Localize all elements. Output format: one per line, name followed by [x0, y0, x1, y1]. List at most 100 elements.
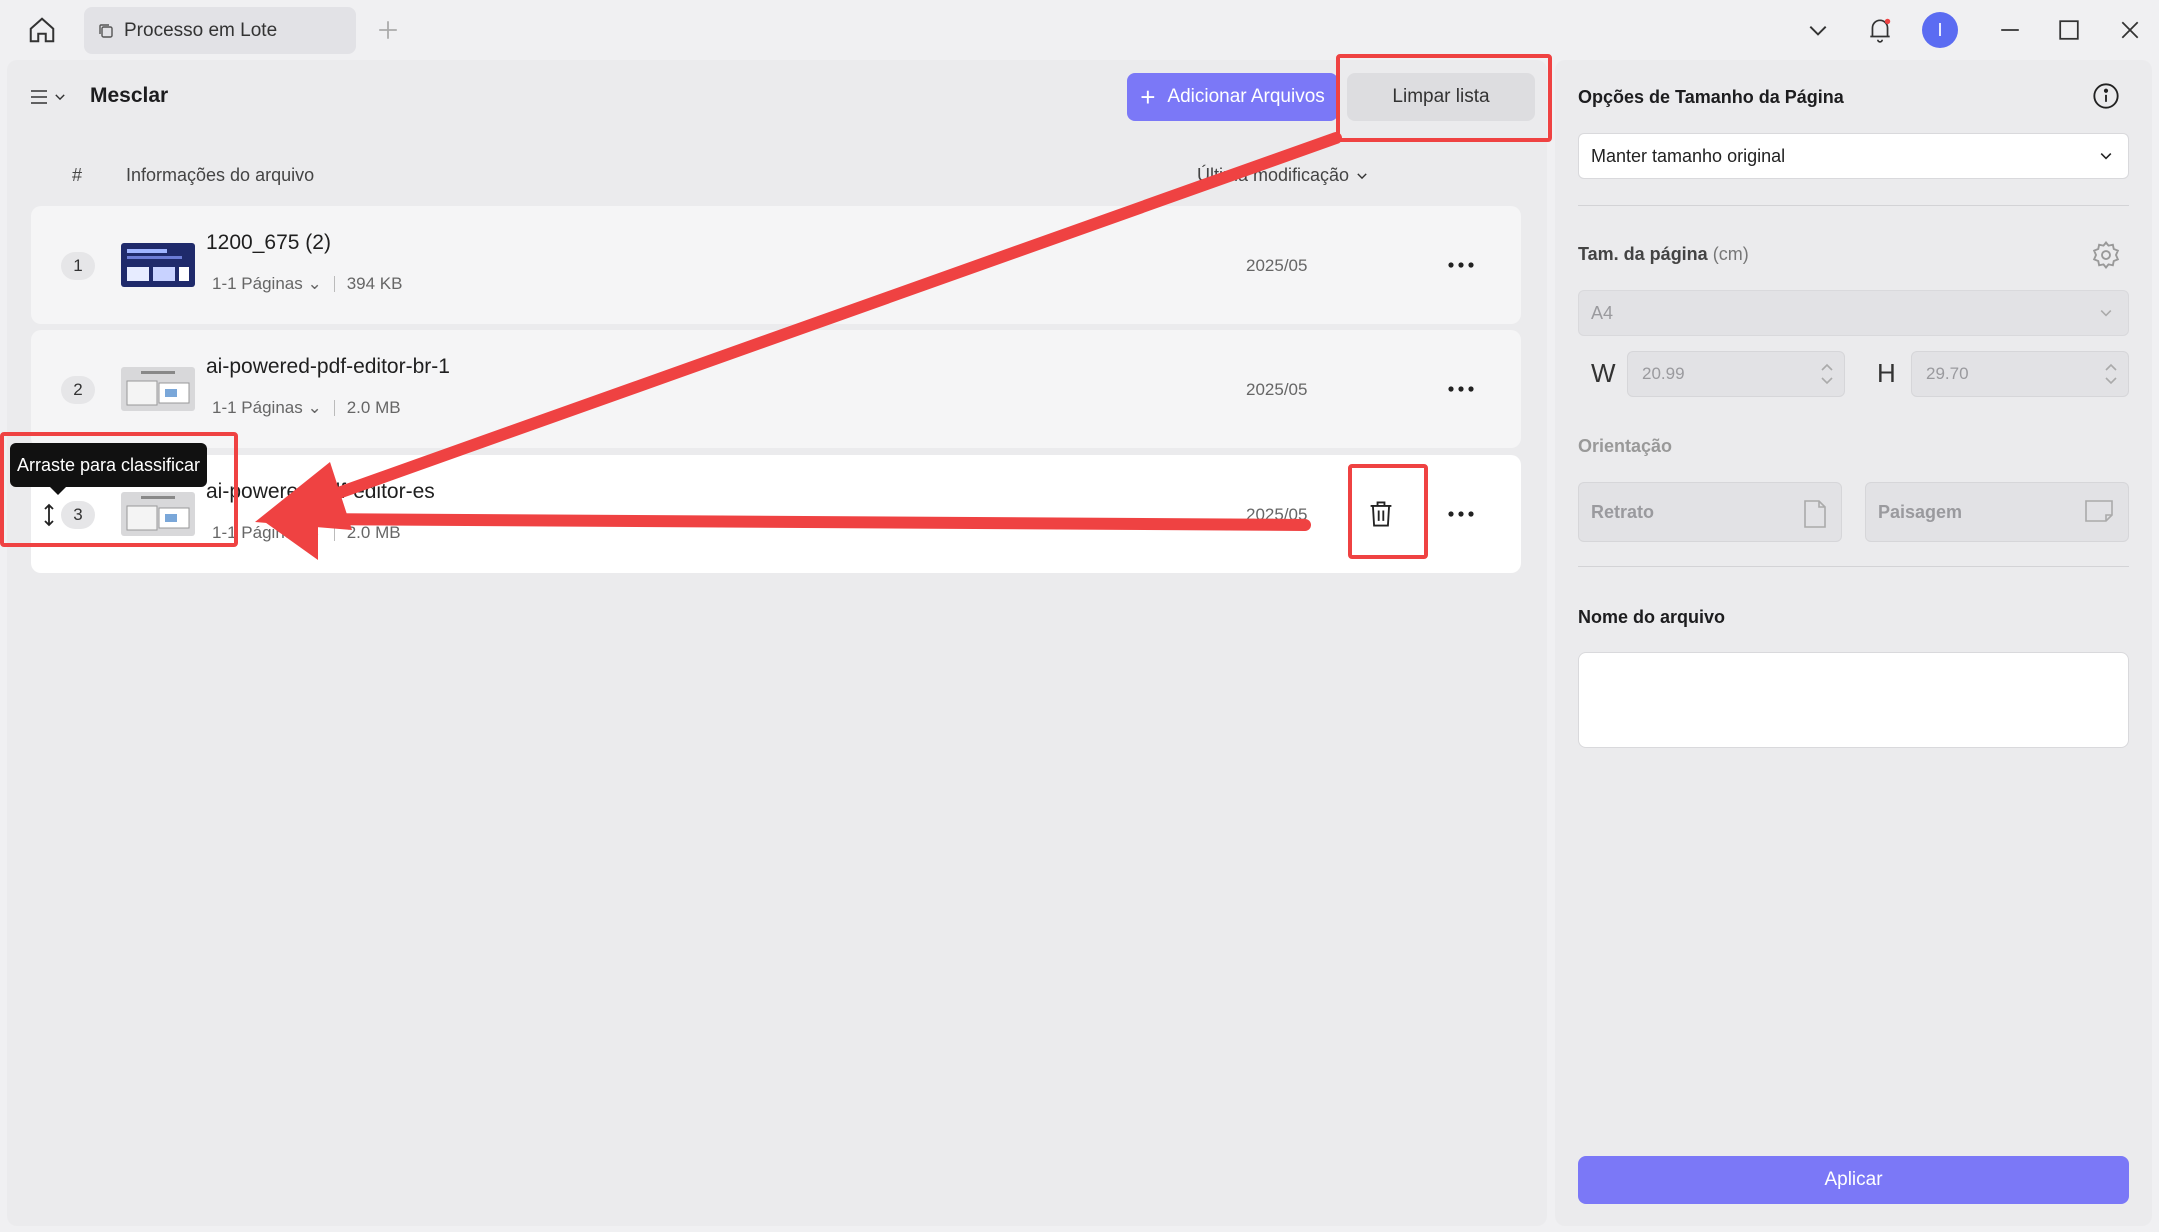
- portrait-icon: [1804, 500, 1826, 528]
- annotation-box-clear-list: [1336, 54, 1552, 142]
- add-files-button[interactable]: + Adicionar Arquivos: [1127, 73, 1338, 121]
- width-label: W: [1591, 358, 1616, 388]
- gear-icon[interactable]: [2091, 240, 2121, 270]
- size-option-value: Manter tamanho original: [1591, 145, 1786, 166]
- page-range: 1-1 Páginas: [212, 274, 303, 293]
- page-size-label: Tam. da página (cm): [1578, 244, 1749, 265]
- title-bar: Processo em Lote I: [0, 0, 2159, 60]
- file-date: 2025/05: [1246, 505, 1308, 524]
- maximize-button[interactable]: [2051, 12, 2087, 48]
- chevron-down-icon: [1809, 25, 1827, 36]
- row-number: 2: [61, 376, 95, 404]
- page-size-label-text: Tam. da página: [1578, 244, 1708, 264]
- page-size-options-panel: Opções de Tamanho da Página Manter taman…: [1555, 60, 2152, 1226]
- column-file-info: Informações do arquivo: [126, 165, 315, 185]
- close-button[interactable]: [2112, 12, 2148, 48]
- avatar[interactable]: I: [1922, 12, 1958, 48]
- divider: [333, 400, 335, 416]
- stepper-icon: [2105, 363, 2117, 385]
- landscape-label: Paisagem: [1878, 501, 1963, 522]
- landscape-button[interactable]: Paisagem: [1865, 482, 2129, 542]
- chevron-down-icon: [1357, 172, 1367, 179]
- size-option-select[interactable]: Manter tamanho original: [1578, 133, 2129, 179]
- copy-icon: [99, 23, 113, 38]
- filename-input[interactable]: [1578, 652, 2129, 748]
- tab-batch-process[interactable]: Processo em Lote: [84, 7, 356, 54]
- info-icon[interactable]: [2092, 82, 2120, 110]
- file-date: 2025/05: [1246, 256, 1308, 275]
- plus-icon: +: [1140, 82, 1156, 112]
- divider: [1578, 205, 2129, 206]
- menu-icon: [31, 90, 47, 104]
- paper-size-value: A4: [1591, 302, 1614, 323]
- height-input[interactable]: 29.70: [1911, 351, 2129, 397]
- divider: [333, 525, 335, 541]
- file-thumbnail: [121, 243, 195, 287]
- annotation-box-delete: [1348, 464, 1428, 559]
- more-options-button[interactable]: [1443, 497, 1479, 531]
- file-name: ai-powered-pdf-editor-es: [206, 480, 435, 503]
- notifications-button[interactable]: [1862, 12, 1898, 48]
- maximize-icon: [2059, 20, 2079, 40]
- more-icon: [1448, 511, 1474, 517]
- file-meta: 1-1 Páginas ⌄ 2.0 MB: [212, 398, 401, 418]
- column-last-modified[interactable]: Última modificação: [1197, 165, 1369, 186]
- portrait-label: Retrato: [1591, 501, 1655, 522]
- column-last-modified-label: Última modificação: [1197, 165, 1350, 185]
- panel-title: Opções de Tamanho da Página: [1578, 87, 1844, 107]
- menu-button[interactable]: [29, 80, 73, 114]
- add-files-label: Adicionar Arquivos: [1167, 86, 1325, 107]
- new-tab-button[interactable]: [372, 14, 404, 46]
- file-name: 1200_675 (2): [206, 231, 331, 254]
- row-number: 1: [61, 252, 95, 280]
- home-button[interactable]: [22, 12, 62, 48]
- file-name: ai-powered-pdf-editor-br-1: [206, 355, 450, 378]
- chevron-down-icon: ⌄: [307, 523, 322, 542]
- filename-label: Nome do arquivo: [1578, 607, 1726, 627]
- minimize-button[interactable]: [1992, 12, 2028, 48]
- page-range-dropdown[interactable]: 1-1 Páginas ⌄: [212, 398, 322, 418]
- page-title: Mesclar: [90, 84, 169, 107]
- divider: [1578, 566, 2129, 567]
- paper-size-select[interactable]: A4: [1578, 290, 2129, 336]
- plus-icon: [379, 21, 397, 39]
- close-icon: [2121, 21, 2139, 39]
- file-meta: 1-1 Páginas ⌄ 2.0 MB: [212, 523, 401, 543]
- annotation-box-drag: [0, 432, 238, 547]
- chevron-down-icon: [55, 94, 65, 101]
- file-row[interactable]: 1 1200_675 (2) 1-1 Páginas ⌄ 394 KB 2025…: [31, 206, 1521, 324]
- page-size-unit: (cm): [1712, 244, 1749, 264]
- file-row[interactable]: 3 ai-powered-pdf-editor-es 1-1 Páginas ⌄…: [31, 455, 1521, 573]
- apply-button[interactable]: Aplicar: [1578, 1156, 2129, 1204]
- file-size: 2.0 MB: [346, 523, 401, 542]
- landscape-icon: [2085, 500, 2113, 522]
- file-thumbnail: [121, 367, 195, 411]
- stepper-icon: [1821, 363, 1833, 385]
- home-icon: [29, 17, 55, 43]
- width-value: 20.99: [1642, 364, 1685, 383]
- column-number: #: [72, 165, 83, 185]
- page-range: 1-1 Páginas: [212, 398, 303, 417]
- file-meta: 1-1 Páginas ⌄ 394 KB: [212, 274, 402, 294]
- height-value: 29.70: [1926, 364, 1969, 383]
- page-range-dropdown[interactable]: 1-1 Páginas ⌄: [212, 274, 322, 294]
- more-icon: [1448, 262, 1474, 268]
- more-options-button[interactable]: [1443, 372, 1479, 406]
- dropdown-button[interactable]: [1800, 12, 1836, 48]
- minimize-icon: [2001, 29, 2019, 31]
- file-row[interactable]: 2 ai-powered-pdf-editor-br-1 1-1 Páginas…: [31, 330, 1521, 448]
- more-icon: [1448, 386, 1474, 392]
- divider: [333, 276, 335, 292]
- orientation-label: Orientação: [1578, 436, 1673, 456]
- file-list-panel: Mesclar + Adicionar Arquivos Limpar list…: [7, 60, 1547, 1226]
- more-options-button[interactable]: [1443, 248, 1479, 282]
- portrait-button[interactable]: Retrato: [1578, 482, 1842, 542]
- chevron-down-icon: [2100, 310, 2112, 317]
- chevron-down-icon: [2100, 153, 2112, 160]
- chevron-down-icon: ⌄: [307, 274, 322, 293]
- file-size: 2.0 MB: [346, 398, 401, 417]
- tab-label: Processo em Lote: [124, 19, 278, 41]
- width-input[interactable]: 20.99: [1627, 351, 1845, 397]
- file-date: 2025/05: [1246, 380, 1308, 399]
- file-size: 394 KB: [346, 274, 403, 293]
